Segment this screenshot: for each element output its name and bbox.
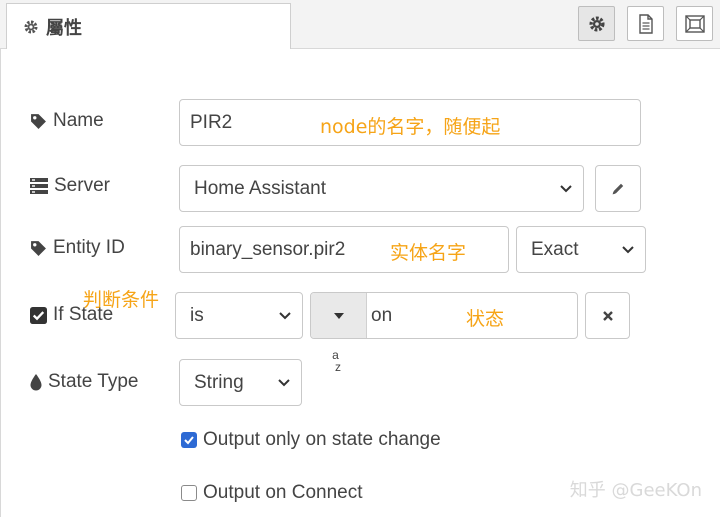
server-label-row: Server [30, 175, 110, 197]
state-value-input[interactable]: on [310, 292, 578, 339]
name-label-row: Name [30, 110, 104, 132]
chevron-down-icon [560, 184, 572, 192]
output-on-connect-row[interactable]: Output on Connect [181, 482, 363, 504]
remove-condition-button[interactable] [585, 292, 630, 339]
gear-icon [24, 20, 38, 33]
server-value: Home Assistant [194, 177, 326, 199]
value-type-dropdown[interactable] [311, 293, 367, 338]
string-type-icon: a z [330, 349, 341, 373]
caret-down-icon [333, 312, 344, 319]
checkbox-checked-icon [30, 306, 47, 324]
tag-icon [31, 240, 46, 256]
tab-title: 屬性 [46, 17, 82, 39]
entity-label: Entity ID [53, 237, 125, 258]
name-annotation: node的名字，随便起 [320, 116, 501, 138]
entity-id-value: binary_sensor.pir2 [190, 238, 346, 260]
tab-properties[interactable]: 屬性 [6, 3, 291, 49]
state-value-annotation: 状态 [466, 308, 505, 330]
tag-icon [31, 113, 46, 129]
server-icon [30, 178, 48, 194]
entity-label-row: Entity ID [30, 237, 125, 259]
server-select[interactable]: Home Assistant [179, 165, 584, 212]
output-on-change-label: Output only on state change [203, 429, 441, 450]
name-label: Name [53, 110, 104, 131]
if-state-label-row: If State [30, 304, 113, 326]
if-state-label: If State [53, 304, 114, 325]
state-type-label-row: State Type [30, 371, 139, 393]
type-marker-bottom: z [335, 360, 341, 374]
close-icon [602, 310, 613, 321]
name-value: PIR2 [190, 111, 233, 133]
check-icon [184, 436, 194, 445]
settings-button[interactable] [578, 6, 615, 41]
chevron-down-icon [279, 311, 291, 319]
description-button[interactable] [627, 6, 664, 41]
gear-icon [588, 15, 605, 32]
output-on-change-row[interactable]: Output only on state change [181, 429, 441, 451]
state-value: on [371, 304, 393, 326]
entity-annotation: 实体名字 [390, 242, 467, 264]
output-on-connect-checkbox[interactable] [181, 485, 197, 501]
chevron-down-icon [278, 378, 290, 386]
state-type-select[interactable]: String [179, 359, 302, 406]
top-bar: 屬性 [0, 0, 720, 49]
match-select[interactable]: Exact [516, 226, 646, 273]
tint-icon [30, 373, 42, 390]
state-type-value: String [194, 371, 244, 393]
chevron-down-icon [622, 245, 634, 253]
match-value: Exact [531, 238, 579, 260]
operator-select[interactable]: is [175, 292, 303, 339]
watermark: 知乎 @GeeKOn [569, 480, 702, 501]
appearance-button[interactable] [676, 6, 713, 41]
edit-server-button[interactable] [595, 165, 641, 212]
state-type-label: State Type [48, 371, 139, 392]
output-on-change-checkbox[interactable] [181, 432, 197, 448]
pencil-icon [612, 183, 624, 194]
frame-icon [684, 14, 705, 33]
document-icon [638, 13, 653, 34]
operator-value: is [190, 304, 204, 326]
output-on-connect-label: Output on Connect [203, 482, 363, 503]
server-label: Server [54, 175, 110, 196]
